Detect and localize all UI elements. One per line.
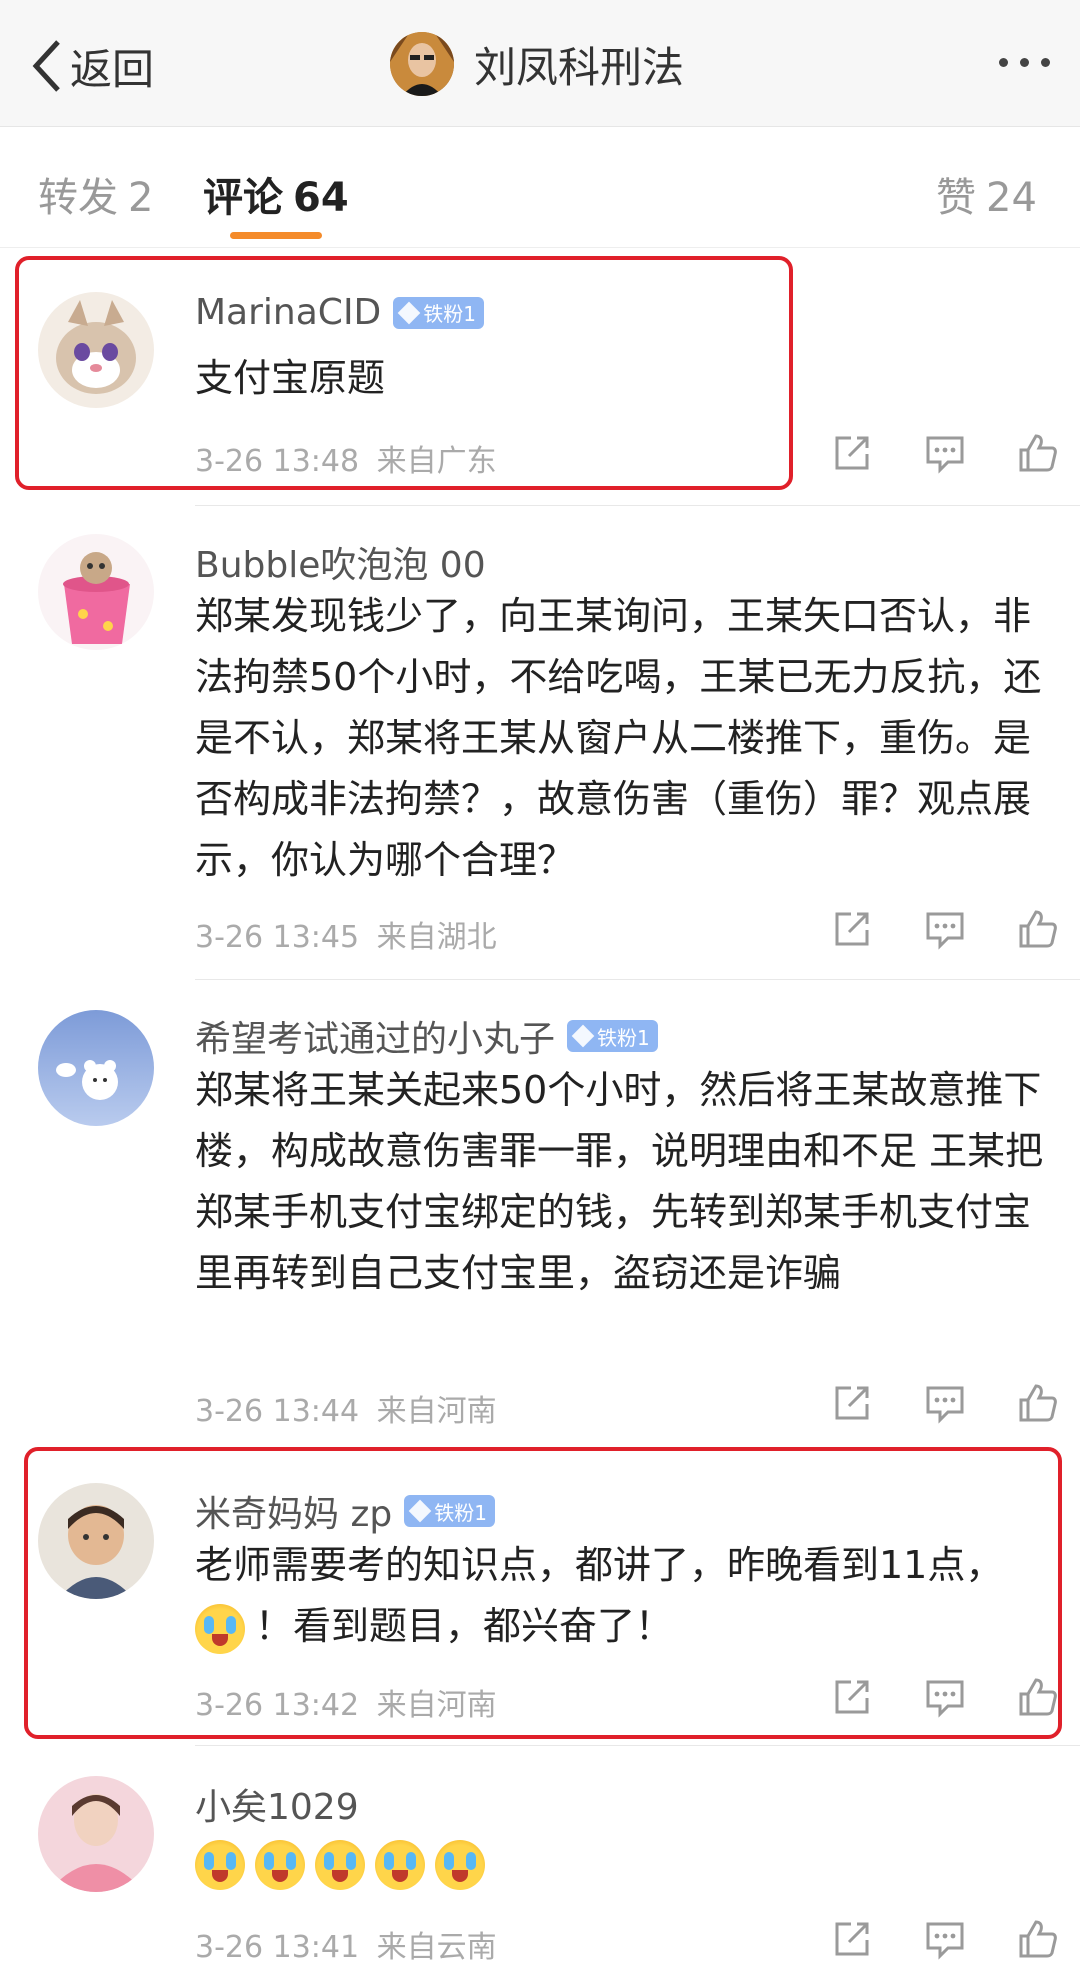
active-tab-indicator (230, 232, 322, 239)
username-text: 小矣1029 (195, 1787, 359, 1828)
tab-like[interactable]: 赞 24 (936, 165, 1037, 223)
tab-bar: 转发 2 评论 64 赞 24 (0, 127, 1080, 248)
nav-title-group[interactable]: 刘凤科刑法 (390, 30, 684, 98)
back-label: 返回 (70, 44, 155, 94)
more-dot-icon (999, 58, 1008, 67)
thumbs-up-icon (1019, 1920, 1057, 1958)
more-dot-icon (1020, 58, 1029, 67)
fan-badge: 铁粉1 (567, 1020, 658, 1052)
comment-actions (805, 1916, 1080, 1962)
crying-laughing-emoji-icon (195, 1839, 245, 1890)
tab-comment-label: 评论 (203, 175, 283, 221)
divider (195, 505, 1080, 506)
tab-comment[interactable]: 评论 64 (203, 165, 349, 223)
more-dot-icon (1041, 58, 1050, 67)
badge-label: 铁粉1 (597, 1025, 650, 1050)
share-button[interactable] (805, 906, 898, 952)
share-icon (835, 912, 868, 946)
highlight-box (24, 1447, 1062, 1739)
share-button[interactable] (805, 1916, 898, 1962)
comment-actions (805, 430, 1080, 476)
username-text: Bubble吹泡泡 00 (195, 545, 486, 586)
comment-time: 3-26 13:45 (195, 920, 360, 955)
share-button[interactable] (805, 430, 898, 476)
comment-location: 来自湖北 (376, 920, 497, 955)
avatar[interactable] (38, 1776, 154, 1892)
comment-text: 郑某发现钱少了，向王某询问，王某矢口否认，非法拘禁50个小时，不给吃喝，王某已无… (195, 594, 1042, 882)
comment-location: 来自河南 (376, 1394, 497, 1429)
back-button[interactable]: 返回 (30, 36, 154, 96)
page-title: 刘凤科刑法 (474, 42, 685, 92)
comment-meta: 3-26 13:44 来自河南 (195, 1386, 497, 1430)
diamond-icon (571, 1024, 595, 1048)
reply-button[interactable] (898, 1380, 991, 1426)
username-text: 希望考试通过的小丸子 (195, 1019, 556, 1060)
comment-meta: 3-26 13:45 来自湖北 (195, 912, 497, 956)
comment-time: 3-26 13:44 (195, 1394, 360, 1429)
like-button[interactable] (991, 1380, 1080, 1426)
like-button[interactable] (991, 906, 1080, 952)
thumbs-up-icon (1019, 1384, 1057, 1422)
comment-icon (926, 1386, 963, 1424)
username[interactable]: 小矣1029 (195, 1778, 359, 1830)
share-button[interactable] (805, 1380, 898, 1426)
tab-repost[interactable]: 转发 2 (38, 165, 153, 223)
share-icon (835, 436, 868, 470)
reply-button[interactable] (898, 1916, 991, 1962)
comment-location: 来自云南 (376, 1930, 497, 1965)
avatar-image (38, 534, 154, 650)
share-icon (835, 1922, 868, 1956)
crying-laughing-emoji-icon (375, 1839, 425, 1890)
reply-button[interactable] (898, 906, 991, 952)
like-button[interactable] (991, 430, 1080, 476)
thumbs-up-icon (1019, 434, 1057, 472)
avatar-image (38, 1776, 154, 1892)
tab-repost-count: 2 (128, 175, 154, 221)
divider (195, 979, 1080, 980)
comment-time: 3-26 13:41 (195, 1930, 360, 1965)
comment-emojis (195, 1832, 1055, 1893)
tab-comment-count: 64 (293, 175, 349, 221)
crying-laughing-emoji-icon (315, 1839, 365, 1890)
thumbs-up-icon (1019, 910, 1057, 948)
comment-icon (926, 1922, 963, 1960)
username[interactable]: Bubble吹泡泡 00 (195, 536, 486, 588)
comment-text: 郑某将王某关起来50个小时，然后将王某故意推下楼，构成故意伤害罪一罪，说明理由和… (195, 1068, 1044, 1295)
share-icon (835, 1386, 868, 1420)
more-options-button[interactable] (999, 58, 1050, 67)
avatar-image (38, 1010, 154, 1126)
author-avatar[interactable] (390, 32, 454, 96)
divider (195, 1745, 1080, 1746)
comment-actions (805, 906, 1080, 952)
avatar[interactable] (38, 1010, 154, 1126)
tab-like-label: 赞 (936, 175, 976, 221)
username[interactable]: 希望考试通过的小丸子 铁粉1 (195, 1010, 658, 1062)
like-button[interactable] (991, 1916, 1080, 1962)
avatar[interactable] (38, 534, 154, 650)
tab-like-count: 24 (986, 175, 1037, 221)
comment-icon (926, 436, 963, 474)
chevron-left-icon (32, 40, 60, 92)
comment-icon (926, 912, 963, 950)
comment-actions (805, 1380, 1080, 1426)
reply-button[interactable] (898, 430, 991, 476)
crying-laughing-emoji-icon (435, 1839, 485, 1890)
crying-laughing-emoji-icon (255, 1839, 305, 1890)
nav-bar: 返回 刘凤科刑法 (0, 0, 1080, 127)
highlight-box (15, 256, 793, 490)
comment-meta: 3-26 13:41 来自云南 (195, 1922, 497, 1966)
author-avatar-image (390, 32, 454, 96)
tab-repost-label: 转发 (38, 175, 118, 221)
